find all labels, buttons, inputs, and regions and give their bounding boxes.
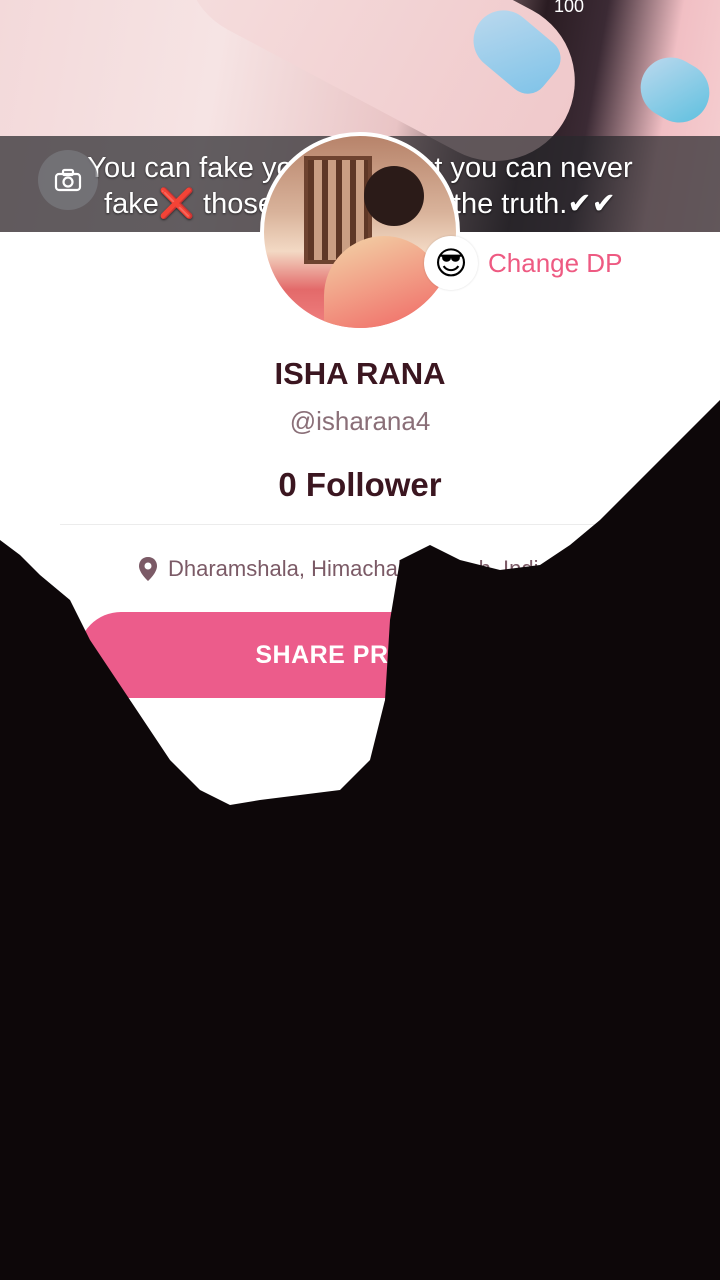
profile-avatar[interactable] [260,132,460,332]
dark-overlay-shape [0,400,720,1280]
cover-nail-shape-2 [629,46,720,134]
share-profile-button[interactable]: SHARE PROFILE [78,612,642,698]
profile-location: Dharamshala, Himachal Pradesh, India [138,556,551,582]
profile-name: ISHA RANA [274,356,446,391]
cover-counter: 100 [554,0,585,16]
change-dp-button[interactable]: 😎 Change DP [424,236,622,290]
change-dp-label: Change DP [488,247,623,278]
change-cover-button[interactable] [38,150,98,210]
white-torn-shape [130,700,385,800]
avatar-head-shape [364,166,424,226]
follower-count[interactable]: 0 Follower [0,466,720,504]
sunglasses-emoji-icon: 😎 [424,236,478,290]
divider [60,524,660,525]
location-text: Dharamshala, Himachal Pradesh, India [168,556,551,581]
camera-icon [54,168,82,192]
location-pin-icon [139,557,157,581]
profile-handle: @isharana4 [289,406,431,436]
